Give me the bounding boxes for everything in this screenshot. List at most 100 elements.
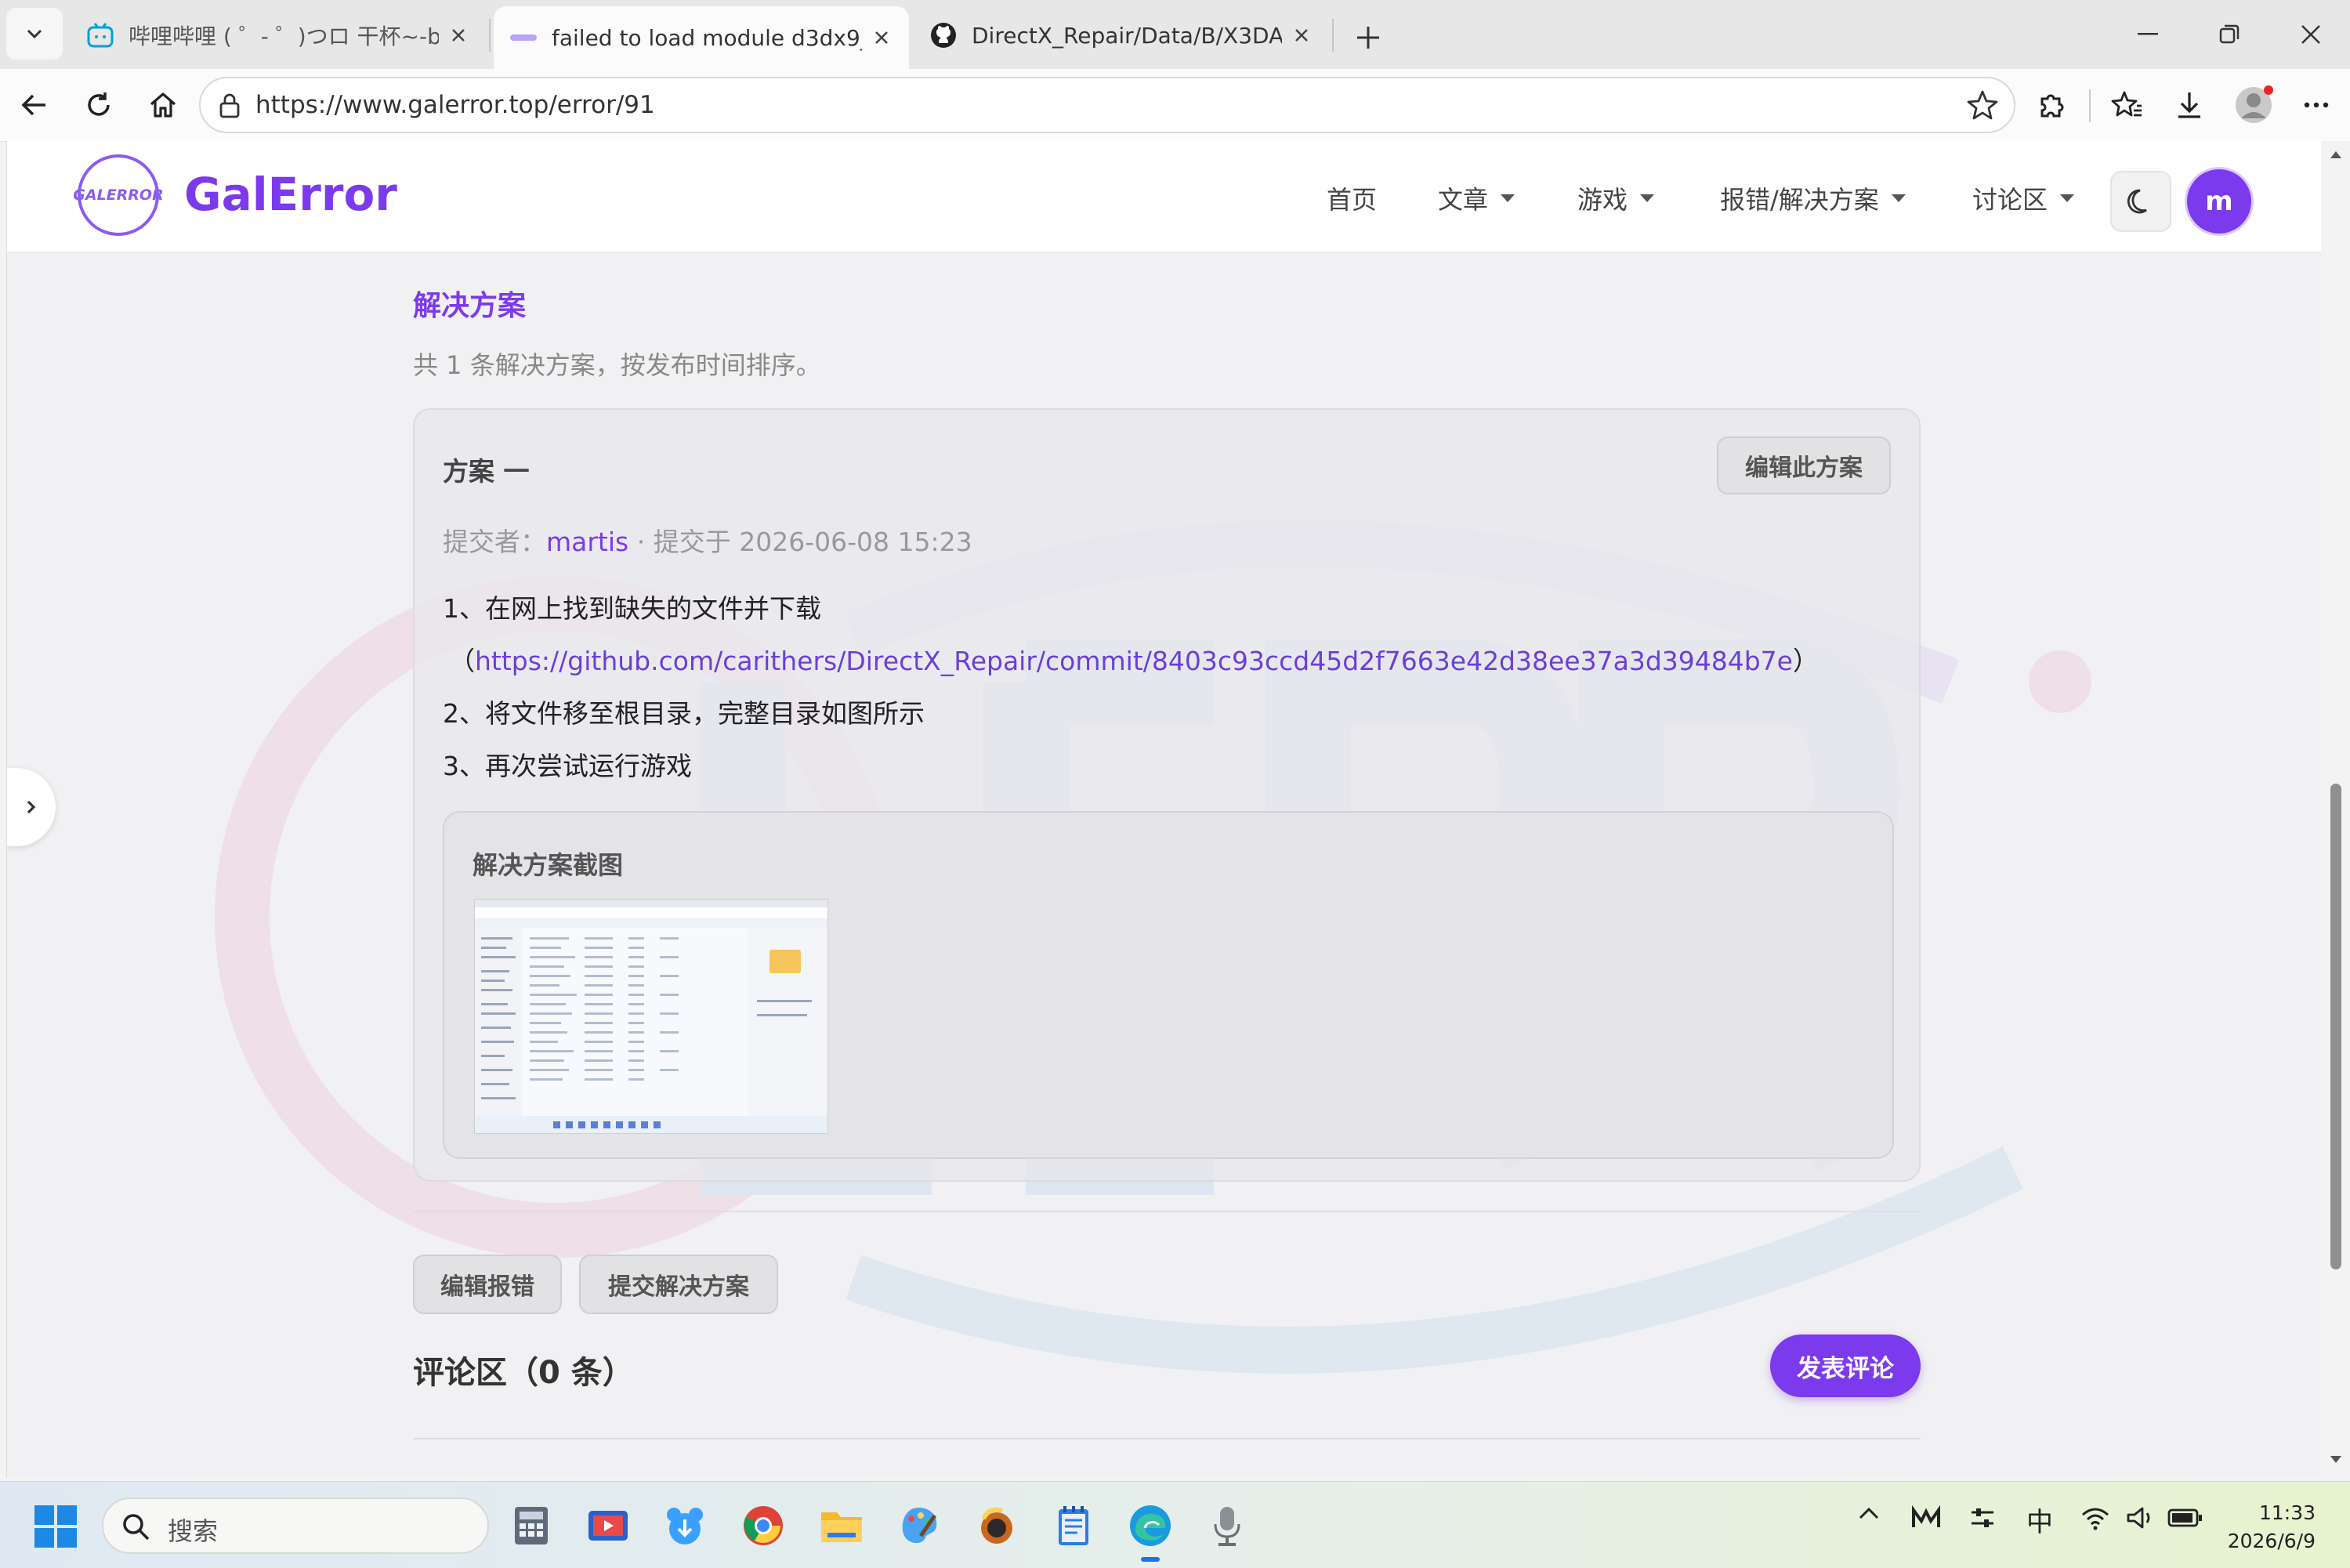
download-link[interactable]: https://github.com/carithers/DirectX_Rep… [475, 646, 1793, 676]
wifi-icon[interactable] [2080, 1505, 2111, 1530]
notepad-app-icon[interactable] [1048, 1501, 1099, 1551]
sidebar-toggle-button[interactable] [7, 768, 56, 846]
url-text: https://www.galerror.top/error/91 [255, 91, 655, 119]
nav-label: 报错/解决方案 [1720, 185, 1879, 215]
media-player-app-icon[interactable] [583, 1501, 633, 1551]
tab-list-button[interactable] [6, 8, 63, 60]
volume-icon[interactable] [2125, 1505, 2156, 1530]
chevron-up-icon [1859, 1507, 1879, 1519]
screenshot-title: 解决方案截图 [473, 850, 624, 880]
site-header: GALERROR GalError 首页 文章 游戏 报错/解决方案 讨论区 m [7, 141, 2322, 253]
paint-app-icon[interactable] [893, 1501, 943, 1551]
game-app-icon[interactable] [972, 1501, 1022, 1551]
close-window-button[interactable] [2276, 9, 2346, 60]
tab-title: failed to load module d3dx9_31.dll [552, 24, 862, 51]
toolbar-separator [2089, 89, 2091, 122]
download-manager-app-icon[interactable] [660, 1501, 710, 1551]
submitter-label: 提交者： [443, 527, 546, 557]
scroll-up-arrow-icon [2330, 151, 2341, 158]
solution-heading: 方案 一 [443, 456, 530, 487]
microphone-app-icon[interactable] [1202, 1501, 1252, 1551]
search-icon [121, 1512, 152, 1543]
address-bar[interactable]: https://www.galerror.top/error/91 [199, 77, 2015, 133]
caret-down-icon [1640, 194, 1655, 202]
solution-screenshot-thumbnail[interactable] [474, 899, 828, 1134]
close-tab-icon[interactable] [447, 24, 470, 47]
taskbar-search-box[interactable]: 搜索 [102, 1497, 489, 1554]
tray-app-icon[interactable] [1910, 1505, 1942, 1530]
downloads-button[interactable] [2167, 83, 2211, 127]
close-tab-icon[interactable] [1290, 24, 1313, 47]
nav-home[interactable]: 首页 [1327, 180, 1377, 216]
tray-settings-icon[interactable] [1968, 1505, 1997, 1530]
nav-label: 首页 [1327, 185, 1378, 215]
close-tab-icon[interactable] [870, 26, 893, 49]
post-comment-button[interactable]: 发表评论 [1770, 1334, 1921, 1397]
nav-games[interactable]: 游戏 [1577, 180, 1655, 216]
comments-divider [413, 1438, 1921, 1439]
caret-down-icon [1501, 194, 1515, 202]
scroll-thumb[interactable] [2330, 784, 2341, 1269]
favorites-button[interactable] [2105, 83, 2149, 127]
browser-tab[interactable]: DirectX_Repair/Data/B/X3DAudio1 [914, 6, 1329, 64]
theme-toggle-button[interactable] [2110, 171, 2171, 232]
taskbar-clock[interactable]: 11:33 2026/6/9 [2228, 1499, 2316, 1555]
more-menu-button[interactable] [2294, 83, 2338, 127]
page-viewport: GALERROR GalError 首页 文章 游戏 报错/解决方案 讨论区 m… [6, 141, 2322, 1478]
submit-solution-button[interactable]: 提交解决方案 [579, 1255, 778, 1314]
minimize-button[interactable] [2113, 9, 2183, 60]
profile-button[interactable] [2232, 83, 2276, 127]
lock-icon[interactable] [218, 92, 241, 119]
edge-app-icon[interactable] [1125, 1501, 1175, 1562]
battery-icon[interactable] [2167, 1505, 2203, 1530]
reload-button[interactable] [77, 83, 121, 127]
chevron-down-icon [27, 29, 42, 39]
file-explorer-app-icon[interactable] [817, 1501, 867, 1551]
github-icon [931, 23, 956, 48]
extensions-button[interactable] [2030, 83, 2073, 127]
nav-forum[interactable]: 讨论区 [1972, 180, 2075, 216]
edit-error-button[interactable]: 编辑报错 [413, 1255, 562, 1314]
step-3: 3、再次尝试运行游戏 [443, 751, 692, 781]
restore-button[interactable] [2194, 9, 2265, 60]
page-scrollbar[interactable] [2321, 141, 2350, 1478]
logo-text: GALERROR [73, 186, 164, 204]
windows-taskbar: 搜索 中 11:33 2026/6/9 [0, 1481, 2350, 1568]
nav-label: 文章 [1438, 185, 1489, 215]
browser-tab-active[interactable]: failed to load module d3dx9_31.dll [494, 6, 909, 69]
solution-card: 方案 一 编辑此方案 提交者：martis · 提交于 2026-06-08 1… [413, 408, 1921, 1182]
solution-steps: 1、在网上找到缺失的文件并下载 （https://github.com/cari… [443, 582, 1819, 792]
nav-articles[interactable]: 文章 [1438, 180, 1515, 216]
chrome-app-icon[interactable] [738, 1501, 788, 1551]
start-button[interactable] [34, 1505, 77, 1548]
solution-screenshot-panel: 解决方案截图 [443, 811, 1894, 1159]
main-content: 解决方案 共 1 条解决方案，按发布时间排序。 方案 一 编辑此方案 提交者：m… [413, 252, 1921, 1478]
moon-icon [2127, 189, 2147, 214]
edit-solution-button[interactable]: 编辑此方案 [1717, 436, 1891, 494]
home-button[interactable] [141, 83, 185, 127]
tab-separator [1332, 19, 1334, 52]
bilibili-icon [87, 23, 114, 48]
search-placeholder: 搜索 [168, 1516, 219, 1546]
section-divider [413, 1211, 1921, 1212]
new-tab-button[interactable] [1346, 16, 1390, 60]
file-explorer-screenshot-icon [475, 900, 827, 1133]
solutions-heading: 解决方案 [413, 290, 527, 322]
nav-errors-solutions[interactable]: 报错/解决方案 [1720, 180, 1906, 216]
calculator-app-icon[interactable] [506, 1501, 556, 1551]
site-brand[interactable]: GalError [184, 168, 397, 221]
show-hidden-icons-button[interactable] [1857, 1505, 1881, 1521]
back-button[interactable] [13, 83, 56, 127]
ime-indicator[interactable]: 中 [2026, 1501, 2053, 1539]
sliders-icon [1972, 1508, 1993, 1527]
site-logo[interactable]: GALERROR [73, 154, 164, 236]
author-link[interactable]: martis [546, 527, 628, 557]
download-icon [2178, 92, 2200, 118]
close-icon [2301, 25, 2320, 44]
user-avatar[interactable]: m [2187, 169, 2251, 234]
browser-tab[interactable]: 哔哩哔哩 ( ゜- ゜)つロ 干杯~-bilibili [71, 6, 486, 64]
favorite-star-icon[interactable] [1965, 88, 2000, 122]
paren-open: （ [449, 646, 475, 676]
minimize-icon [2138, 33, 2158, 35]
home-icon [150, 92, 176, 118]
